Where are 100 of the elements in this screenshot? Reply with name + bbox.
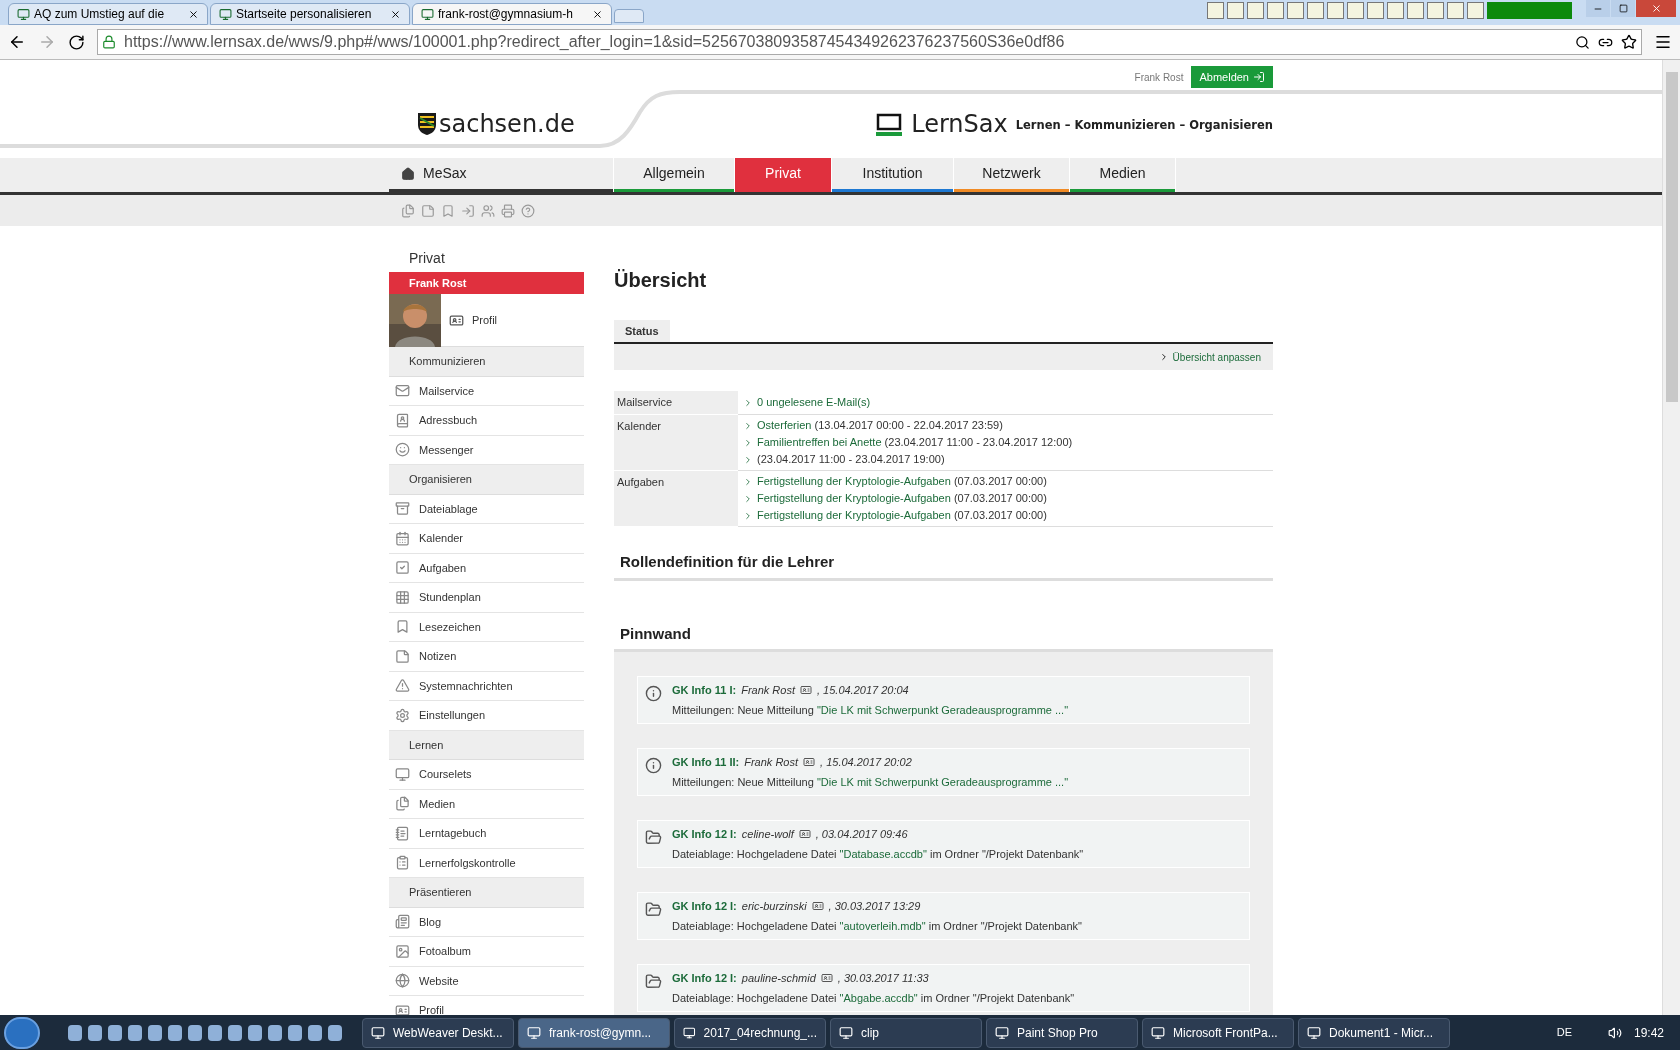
status-entry[interactable]: Familientreffen bei Anette (23.04.2017 11:00 - 23.04.2017 12:00)	[757, 434, 1073, 451]
sidebar-link[interactable]: Lernerfolgskontrolle	[419, 854, 516, 871]
note-icon[interactable]	[421, 203, 435, 218]
app-icon[interactable]	[68, 1024, 82, 1041]
sidebar-link[interactable]: Notizen	[419, 648, 457, 665]
close-icon[interactable]	[188, 8, 199, 20]
help-icon[interactable]	[521, 203, 535, 218]
browser-tab[interactable]: frank-rost@gymnasium-h	[412, 3, 612, 25]
nav-tab[interactable]: MeSax	[389, 158, 613, 189]
extension-icon[interactable]	[1207, 2, 1224, 19]
extension-icon[interactable]	[1287, 2, 1304, 19]
app-icon[interactable]	[328, 1024, 342, 1041]
extension-icon[interactable]	[1267, 2, 1284, 19]
board-group[interactable]: GK Info 11 II:	[672, 754, 740, 771]
sidebar-link[interactable]: Einstellungen	[419, 707, 486, 724]
reload-icon[interactable]	[68, 33, 85, 51]
app-icon[interactable]	[228, 1024, 242, 1041]
profile-link[interactable]: Profil	[472, 311, 498, 329]
sidebar-link[interactable]: Kalender	[419, 530, 464, 547]
sidebar-link[interactable]: Lerntagebuch	[419, 825, 487, 842]
close-icon[interactable]	[390, 8, 401, 20]
sidebar-link[interactable]: Mailservice	[419, 382, 474, 399]
post-link[interactable]: "Abgabe.accdb"	[839, 991, 918, 1004]
sidebar-link[interactable]: Lesezeichen	[419, 618, 481, 635]
taskbar-window[interactable]: frank-rost@gymn...	[518, 1017, 670, 1048]
browser-tab[interactable]: AQ zum Umstieg auf die	[8, 3, 208, 25]
print-icon[interactable]	[501, 203, 515, 218]
status-entry[interactable]: 0 ungelesene E-Mail(s)	[757, 394, 871, 411]
search-icon[interactable]	[1575, 34, 1590, 50]
status-entry[interactable]: Fertigstellung der Kryptologie-Aufgaben (07.03.2017 00:00)	[757, 473, 1047, 490]
app-icon[interactable]	[88, 1024, 102, 1041]
extension-icon[interactable]	[1447, 2, 1464, 19]
bookmark-icon[interactable]	[441, 203, 455, 218]
extension-icon[interactable]	[1467, 2, 1484, 19]
sidebar-link[interactable]: Messenger	[419, 441, 474, 458]
app-icon[interactable]	[268, 1024, 282, 1041]
board-group[interactable]: GK Info 12 I:	[672, 898, 737, 915]
app-icon[interactable]	[148, 1024, 162, 1041]
sidebar-link[interactable]: Medien	[419, 795, 456, 812]
customize-link[interactable]: Übersicht anpassen	[1172, 349, 1261, 365]
status-tab[interactable]: Status	[614, 320, 670, 342]
sidebar-link[interactable]: Systemnachrichten	[419, 677, 513, 694]
sidebar-link[interactable]: Fotoalbum	[419, 943, 471, 960]
app-icon[interactable]	[208, 1024, 222, 1041]
volume-icon[interactable]	[1607, 1025, 1622, 1040]
post-link[interactable]: "Die LK mit Schwerpunkt Geradeausprogramme ..."	[816, 775, 1069, 788]
sidebar-link[interactable]: Website	[419, 972, 459, 989]
sidebar-link[interactable]: Stundenplan	[419, 589, 481, 606]
logout-button[interactable]: Abmelden	[1191, 66, 1273, 88]
post-link[interactable]: "autoverleih.mdb"	[839, 919, 926, 932]
app-icon[interactable]	[108, 1024, 122, 1041]
sidebar-link[interactable]: Blog	[419, 913, 442, 930]
app-icon[interactable]	[308, 1024, 322, 1041]
board-group[interactable]: GK Info 11 I:	[672, 682, 737, 699]
status-entry[interactable]: Fertigstellung der Kryptologie-Aufgaben (07.03.2017 00:00)	[757, 507, 1047, 524]
taskbar-window[interactable]: Dokument1 - Micr...	[1298, 1017, 1450, 1048]
taskbar-window[interactable]: clip	[830, 1017, 982, 1048]
scrollbar[interactable]	[1662, 60, 1680, 1015]
extension-icon[interactable]	[1427, 2, 1444, 19]
menu-icon[interactable]	[1654, 33, 1672, 51]
close-icon[interactable]	[592, 8, 603, 20]
back-icon[interactable]	[8, 33, 26, 51]
sidebar-link[interactable]: Profil	[419, 1002, 445, 1015]
post-link[interactable]: "Database.accdb"	[839, 847, 927, 860]
app-icon[interactable]	[288, 1024, 302, 1041]
taskbar-window[interactable]: Microsoft FrontPa...	[1142, 1017, 1294, 1048]
taskbar-window[interactable]: WebWeaver Deskt...	[362, 1017, 514, 1048]
sidebar-link[interactable]: Courselets	[419, 766, 472, 783]
maximize-button[interactable]	[1611, 0, 1635, 17]
status-entry[interactable]: Fertigstellung der Kryptologie-Aufgaben (07.03.2017 00:00)	[757, 490, 1047, 507]
app-icon[interactable]	[168, 1024, 182, 1041]
clock[interactable]: 19:42	[1633, 1023, 1664, 1042]
extension-icon[interactable]	[1307, 2, 1324, 19]
extension-icon[interactable]	[1247, 2, 1264, 19]
address-field[interactable]: https://www.lernsax.de/wws/9.php#/wws/100001.php?redirect_after_login=1&sid=52567038093587454349262376237560S36e0df86	[97, 29, 1642, 55]
sidebar-link[interactable]: Aufgaben	[419, 559, 467, 576]
start-button[interactable]	[4, 1016, 40, 1049]
board-group[interactable]: GK Info 12 I:	[672, 970, 737, 987]
extension-icon[interactable]	[1367, 2, 1384, 19]
users-icon[interactable]	[481, 203, 495, 218]
language-indicator[interactable]: DE	[1556, 1024, 1572, 1041]
status-entry[interactable]: Osterferien (13.04.2017 00:00 - 22.04.2017 23:59)	[757, 417, 1003, 434]
extension-icon[interactable]	[1347, 2, 1364, 19]
nav-tab[interactable]: Privat	[735, 158, 831, 189]
post-link[interactable]: "Die LK mit Schwerpunkt Geradeausprogramme ..."	[816, 703, 1069, 716]
nav-tab[interactable]: Medien	[1070, 158, 1175, 189]
browser-tab[interactable]: Startseite personalisieren	[210, 3, 410, 25]
extension-icon[interactable]	[1407, 2, 1424, 19]
app-icon[interactable]	[128, 1024, 142, 1041]
new-tab-button[interactable]	[614, 9, 644, 23]
sidebar-link[interactable]: Dateiablage	[419, 500, 478, 517]
nav-tab[interactable]: Netzwerk	[954, 158, 1069, 189]
minimize-button[interactable]	[1586, 0, 1610, 17]
sidebar-link[interactable]: Adressbuch	[419, 412, 478, 429]
taskbar-window[interactable]: Paint Shop Pro	[986, 1017, 1138, 1048]
taskbar-window[interactable]: 2017_04rechnung_...	[674, 1017, 826, 1048]
extension-icon[interactable]	[1227, 2, 1244, 19]
board-group[interactable]: GK Info 12 I:	[672, 826, 737, 843]
nav-tab[interactable]: Allgemein	[614, 158, 734, 189]
nav-tab[interactable]: Institution	[832, 158, 953, 189]
